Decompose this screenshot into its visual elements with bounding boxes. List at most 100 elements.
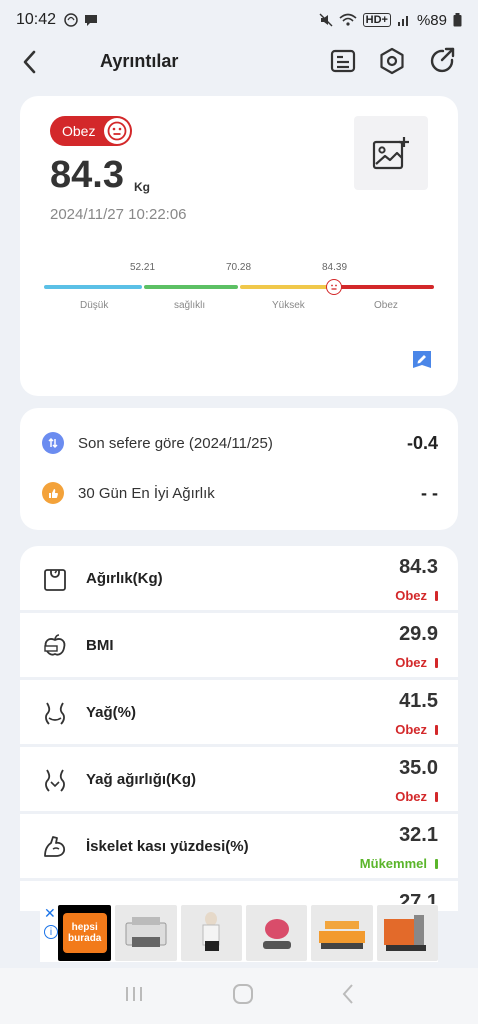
comparison-row-last[interactable]: Son sefere göre (2024/11/25) -0.4 <box>42 428 438 458</box>
wifi-icon <box>339 13 357 26</box>
metric-status-label: Obez <box>395 722 427 737</box>
comparison-value: - - <box>421 482 438 503</box>
ad-product-heat-press[interactable] <box>246 905 308 961</box>
apple-tape-icon <box>44 634 66 656</box>
threshold-3: 84.39 <box>322 262 348 273</box>
report-button[interactable] <box>327 45 359 77</box>
home-button[interactable] <box>232 983 254 1010</box>
page-title: Ayrıntılar <box>100 51 179 71</box>
home-icon <box>232 983 253 1004</box>
handbag-icon <box>202 912 220 951</box>
metric-label: Yağ ağırlığı(Kg) <box>86 771 197 788</box>
body-fat-icon <box>45 702 65 725</box>
mute-icon <box>319 13 333 27</box>
compare-icon <box>42 432 64 454</box>
metric-status-label: Obez <box>395 789 427 804</box>
sad-face-icon <box>104 118 130 144</box>
scale-label-high: Yüksek <box>272 300 305 311</box>
ad-info-icon[interactable]: i <box>44 925 58 939</box>
thumbs-up-icon <box>42 482 64 504</box>
status-time: 10:42 <box>16 11 57 28</box>
system-back-button[interactable] <box>341 983 355 1010</box>
threshold-1: 52.21 <box>130 262 156 273</box>
metric-value: 29.9 <box>399 623 438 645</box>
comparison-card: Son sefere göre (2024/11/25) -0.4 30 Gün… <box>20 408 458 530</box>
weight-unit: Kg <box>134 180 150 194</box>
weight-value: 84.3 <box>50 154 124 196</box>
summary-card: Obez 84.3 Kg 2024/11/27 10:22:06 52.21 7… <box>20 96 458 396</box>
chat-bubble-icon <box>85 15 98 26</box>
status-indicator <box>435 724 438 735</box>
metric-label: Ağırlık(Kg) <box>86 570 163 587</box>
scale-icon <box>44 569 66 591</box>
measurement-datetime: 2024/11/27 10:22:06 <box>50 206 187 223</box>
metric-row-muscle[interactable]: İskelet kası yüzdesi(%) 32.1 Mükemmel <box>20 814 458 878</box>
metric-status-label: Mükemmel <box>359 856 427 871</box>
scale-label-healthy: sağlıklı <box>174 300 206 311</box>
printer-icon <box>125 917 167 947</box>
comparison-value: -0.4 <box>406 432 438 453</box>
battery-percent: %89 <box>416 11 447 29</box>
body-fat-weight-icon <box>45 769 65 792</box>
edit-note-icon <box>413 351 431 368</box>
metric-status: Mükemmel <box>360 856 438 871</box>
add-photo-button[interactable] <box>354 116 428 190</box>
scale-label-obese: Obez <box>374 300 398 311</box>
metric-status: Obez <box>395 722 438 737</box>
battery-icon <box>453 13 462 27</box>
back-arrow-icon <box>23 50 36 74</box>
app-notification-icon <box>64 13 78 27</box>
metric-status: Obez <box>395 588 438 603</box>
ad-brand: hepsi burada <box>62 913 107 953</box>
scale-bar-healthy <box>144 285 238 289</box>
comparison-row-best[interactable]: 30 Gün En İyi Ağırlık - - <box>42 478 438 508</box>
status-indicator <box>435 858 438 869</box>
system-back-icon <box>342 983 353 1004</box>
ad-banner[interactable]: hepsi burada <box>40 904 438 962</box>
network-label: HD+ <box>362 13 391 27</box>
status-indicator <box>435 657 438 668</box>
status-right: HD+ %89 <box>319 12 462 29</box>
settings-button[interactable] <box>376 45 408 77</box>
share-button[interactable] <box>426 45 458 77</box>
ad-logo[interactable]: hepsi burada <box>58 905 112 961</box>
scale-bar-obese <box>338 285 434 289</box>
threshold-2: 70.28 <box>226 262 252 273</box>
metric-status: Obez <box>395 789 438 804</box>
muscle-arm-icon <box>44 836 66 857</box>
ad-product-heat-press-machine[interactable] <box>376 905 438 961</box>
metric-label: İskelet kası yüzdesi(%) <box>86 838 249 855</box>
ad-product-heat-press-orange[interactable] <box>311 905 373 961</box>
heat-press-machine-icon <box>384 915 427 951</box>
metric-value: 32.1 <box>399 824 438 846</box>
metric-row-bmi[interactable]: BMI 29.9 Obez <box>20 613 458 677</box>
system-nav-bar <box>0 968 478 1024</box>
metric-row-fat-weight[interactable]: Yağ ağırlığı(Kg) 35.0 Obez <box>20 747 458 811</box>
scale-bar-high <box>240 285 336 289</box>
metric-status-label: Obez <box>395 655 427 670</box>
metric-value: 84.3 <box>399 556 438 578</box>
ad-product-printer[interactable] <box>115 905 177 961</box>
status-badge-label: Obez <box>62 123 96 139</box>
comparison-label: 30 Gün En İyi Ağırlık <box>78 484 215 502</box>
share-refresh-icon <box>430 47 455 73</box>
current-value-marker <box>326 279 342 295</box>
comparison-label: Son sefere göre (2024/11/25) <box>78 434 273 452</box>
metric-label: BMI <box>86 637 114 654</box>
sad-face-icon <box>331 284 337 290</box>
recent-apps-button[interactable] <box>123 984 145 1009</box>
heat-press-icon <box>262 919 291 949</box>
scale-label-low: Düşük <box>80 300 109 311</box>
ad-product-handbag[interactable] <box>180 905 243 961</box>
metric-row-weight[interactable]: Ağırlık(Kg) 84.3 Obez <box>20 546 458 610</box>
metric-value: 41.5 <box>399 690 438 712</box>
settings-hex-icon <box>380 47 404 75</box>
ad-close-icon[interactable]: ✕ <box>44 905 56 922</box>
edit-note-button[interactable] <box>412 350 432 372</box>
metric-row-fat[interactable]: Yağ(%) 41.5 Obez <box>20 680 458 744</box>
status-indicator <box>435 791 438 802</box>
metric-status-label: Obez <box>395 588 427 603</box>
metric-value: 35.0 <box>399 757 438 779</box>
back-button[interactable] <box>16 48 42 76</box>
scale-bar-low <box>44 285 142 289</box>
